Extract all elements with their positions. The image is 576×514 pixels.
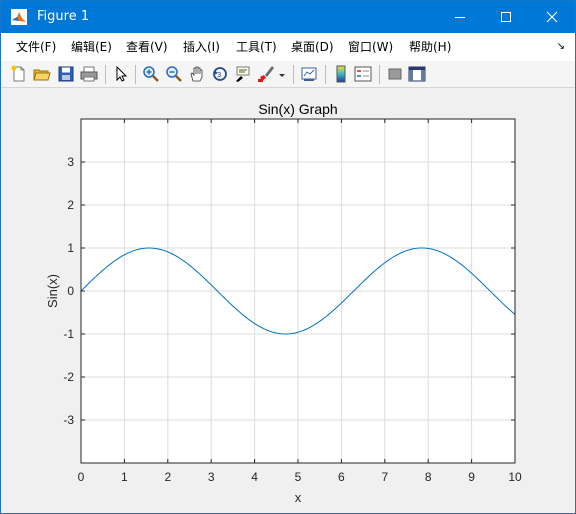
x-tick-label: 7 — [381, 470, 388, 484]
figure-window: Figure 1 文件(F) 编辑(E) 查看(V) 插入(I) 工具(T) 桌… — [0, 0, 576, 514]
window-title: Figure 1 — [37, 9, 90, 24]
toolbar-separator — [135, 65, 136, 84]
menu-tools[interactable]: 工具(T) — [236, 40, 277, 54]
minimize-icon — [455, 17, 465, 18]
close-icon — [546, 11, 558, 23]
zoom-in-icon[interactable] — [142, 65, 160, 83]
rotate-3d-icon[interactable]: 3 — [211, 65, 229, 83]
y-tick-label: 0 — [67, 284, 74, 298]
minimize-button[interactable] — [437, 1, 483, 33]
x-tick-label: 5 — [295, 470, 302, 484]
new-figure-icon[interactable] — [10, 65, 28, 83]
figure-canvas: 0 1 2 3 4 5 6 7 8 9 10 -3 -2 -1 0 1 2 3 Sin(x) Graph x Si… — [1, 89, 575, 513]
toolbar-separator — [325, 65, 326, 84]
toolbar-separator — [379, 65, 380, 84]
y-axis-label: Sin(x) — [45, 274, 60, 308]
menu-help[interactable]: 帮助(H) — [409, 40, 451, 54]
y-tick-label: -3 — [63, 413, 74, 427]
figure-toolbar: 3 — [1, 61, 575, 88]
x-axis-label: x — [295, 490, 302, 505]
matlab-logo-icon — [11, 9, 27, 25]
sin-plot: 0 1 2 3 4 5 6 7 8 9 10 -3 -2 -1 0 1 2 3 Sin(x) Graph x Si… — [45, 101, 522, 505]
title-bar[interactable]: Figure 1 — [1, 1, 575, 33]
pan-hand-icon[interactable] — [188, 65, 206, 83]
x-tick-label: 2 — [164, 470, 171, 484]
menu-file[interactable]: 文件(F) — [16, 40, 56, 54]
open-file-icon[interactable] — [33, 65, 51, 83]
x-tick-label: 1 — [121, 470, 128, 484]
x-tick-label: 3 — [208, 470, 215, 484]
maximize-icon — [501, 12, 511, 22]
menu-overflow-icon[interactable]: ↘ — [557, 41, 565, 52]
link-plot-icon[interactable] — [300, 65, 318, 83]
x-tick-label: 8 — [425, 470, 432, 484]
toolbar-separator — [105, 65, 106, 84]
legend-icon[interactable] — [354, 65, 372, 83]
svg-text:3: 3 — [217, 71, 221, 79]
y-tick-label: 1 — [67, 241, 74, 255]
x-tick-label: 6 — [338, 470, 345, 484]
x-tick-label: 4 — [251, 470, 258, 484]
y-tick-label: 3 — [67, 155, 74, 169]
close-button[interactable] — [529, 1, 575, 33]
zoom-out-icon[interactable] — [165, 65, 183, 83]
menu-window[interactable]: 窗口(W) — [348, 40, 393, 54]
y-tick-label: 2 — [67, 198, 74, 212]
hide-plot-tools-icon[interactable] — [386, 65, 404, 83]
menu-insert[interactable]: 插入(I) — [183, 40, 220, 54]
maximize-button[interactable] — [483, 1, 529, 33]
brush-dropdown-icon[interactable] — [278, 65, 286, 83]
toolbar-separator — [293, 65, 294, 84]
menu-bar: 文件(F) 编辑(E) 查看(V) 插入(I) 工具(T) 桌面(D) 窗口(W… — [1, 33, 575, 61]
x-tick-label: 0 — [78, 470, 85, 484]
show-plot-tools-icon[interactable] — [408, 65, 426, 83]
y-tick-label: -2 — [63, 370, 74, 384]
chart-title: Sin(x) Graph — [258, 101, 337, 117]
y-tick-label: -1 — [63, 327, 74, 341]
menu-edit[interactable]: 编辑(E) — [71, 40, 112, 54]
x-tick-label: 9 — [468, 470, 475, 484]
menu-view[interactable]: 查看(V) — [126, 40, 168, 54]
save-icon[interactable] — [57, 65, 75, 83]
data-cursor-icon[interactable] — [234, 65, 252, 83]
pointer-icon[interactable] — [112, 65, 130, 83]
x-tick-label: 10 — [508, 470, 522, 484]
colorbar-icon[interactable] — [332, 65, 350, 83]
brush-icon[interactable] — [257, 65, 275, 83]
menu-desktop[interactable]: 桌面(D) — [291, 40, 334, 54]
print-icon[interactable] — [80, 65, 98, 83]
